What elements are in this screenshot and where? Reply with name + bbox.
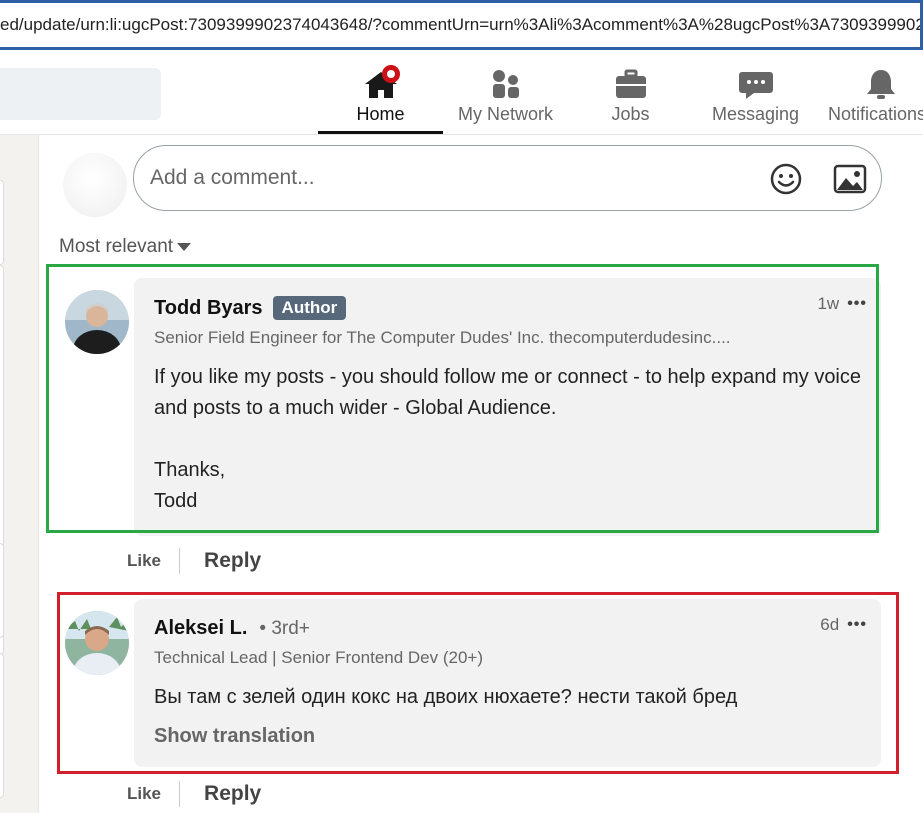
comment-text: Вы там с зелей один кокс на двоих нюхает… [154,686,738,708]
show-translation-button[interactable]: Show translation [154,725,861,748]
comment-item: Aleksei L. • 3rd+ 6d ••• Technical Lead … [65,599,915,769]
connection-degree: • 3rd+ [259,617,310,639]
comment-bubble: Todd Byars Author 1w ••• Senior Field En… [134,278,881,536]
nav-messaging[interactable]: Messaging [693,58,818,134]
comment-input[interactable]: Add a comment... [133,145,882,211]
comment-timestamp: 1w [817,294,840,313]
comment-author-name[interactable]: Aleksei L. [154,617,247,640]
comment-item: Todd Byars Author 1w ••• Senior Field En… [65,278,915,578]
search-input[interactable] [0,68,161,120]
sort-label: Most relevant [59,236,174,257]
rail-card [0,653,4,798]
more-options-icon[interactable]: ••• [847,295,867,313]
avatar-photo [65,611,129,675]
author-badge: Author [272,296,347,320]
comment-author-headline: Senior Field Engineer for The Computer D… [154,328,731,347]
more-options-icon[interactable]: ••• [847,616,867,634]
caret-down-icon [177,242,192,251]
avatar-photo [65,290,129,354]
comment-bubble: Aleksei L. • 3rd+ 6d ••• Technical Lead … [134,599,881,767]
divider [179,781,181,807]
post-comments-section: Add a comment... Most relevant Todd Byar… [38,135,923,813]
bell-icon [866,70,895,99]
nav-jobs[interactable]: Jobs [568,58,693,134]
rail-card [0,180,4,265]
avatar[interactable] [65,611,129,675]
comment-placeholder: Add a comment... [150,166,315,189]
divider [179,548,181,574]
network-icon [492,70,519,98]
avatar[interactable] [65,290,129,354]
comment-author-name[interactable]: Todd Byars [154,297,263,320]
nav-messaging-label: Messaging [711,104,800,124]
comment-timestamp: 6d [820,615,840,634]
like-button[interactable]: Like [127,551,161,571]
home-icon [364,65,400,98]
comment-text: If you like my posts - you should follow… [154,366,862,512]
rail-card [0,543,4,638]
avatar [63,153,127,217]
sort-dropdown[interactable]: Most relevant [59,236,192,258]
url-text: ed/update/urn:li:ugcPost:730939990237404… [0,15,923,34]
global-nav: Home My Network Jobs Messaging Notificat… [0,50,923,135]
left-rail [0,135,38,813]
emoji-icon[interactable] [769,162,803,196]
reply-button[interactable]: Reply [204,549,261,573]
nav-my-network[interactable]: My Network [443,58,568,134]
comment-actions: Like Reply [127,781,261,807]
messaging-icon [738,72,773,99]
reply-button[interactable]: Reply [204,782,261,806]
like-button[interactable]: Like [127,784,161,804]
comment-actions: Like Reply [127,548,261,574]
nav-notifications[interactable]: Notifications [818,58,923,134]
briefcase-icon [615,69,646,98]
nav-home[interactable]: Home [318,58,443,134]
nav-home-label: Home [356,104,405,124]
browser-url-bar[interactable]: ed/update/urn:li:ugcPost:730939990237404… [0,0,923,50]
comment-author-headline: Technical Lead | Senior Frontend Dev (20… [154,648,484,667]
nav-notifications-label: Notifications [828,104,923,124]
nav-jobs-label: Jobs [611,104,650,124]
nav-my-network-label: My Network [457,104,553,124]
image-icon[interactable] [833,164,867,194]
